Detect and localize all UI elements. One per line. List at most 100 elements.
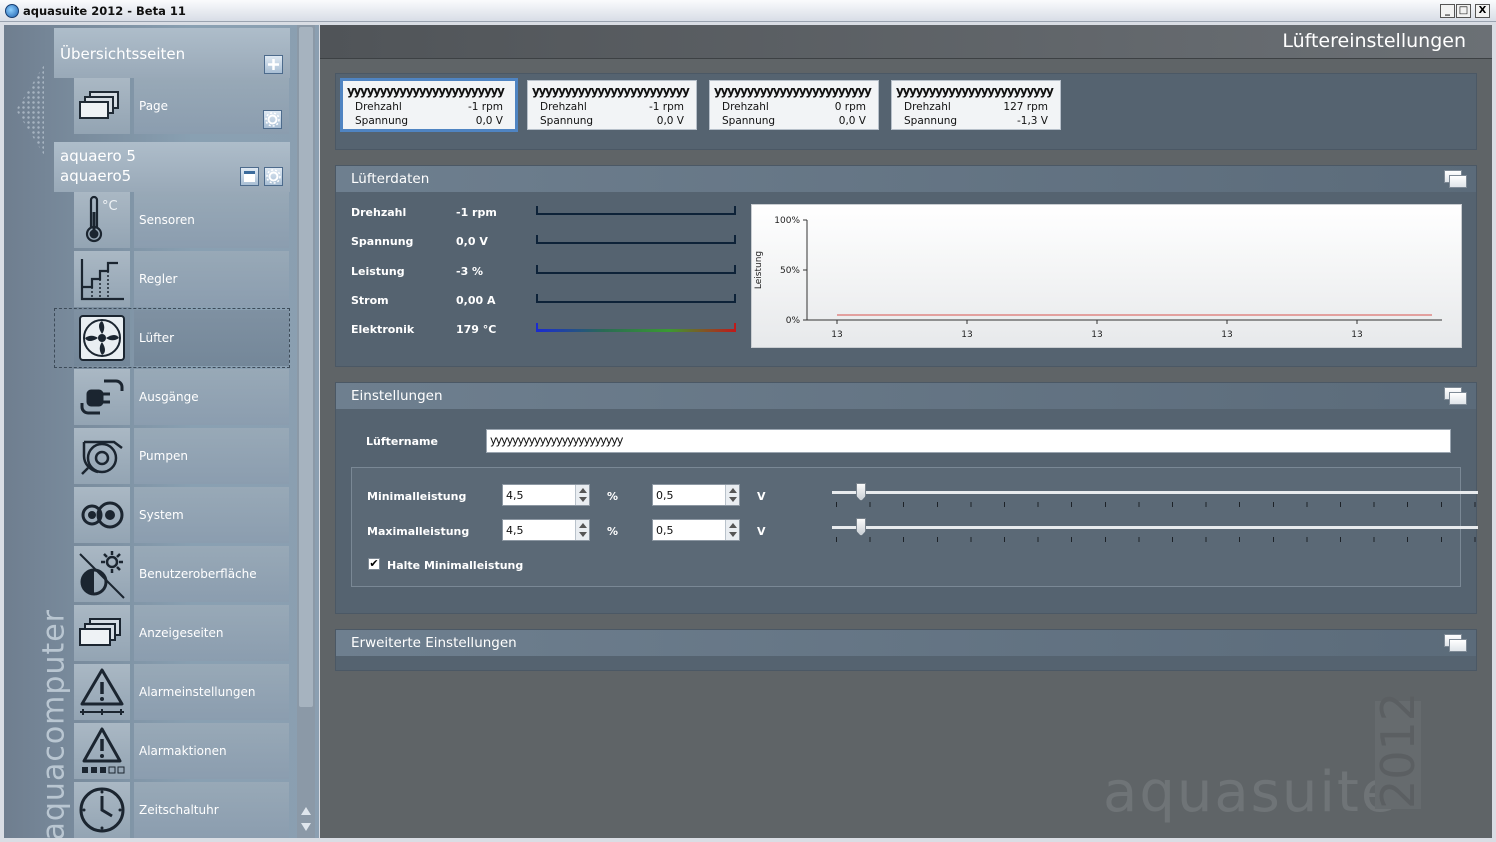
settings-window-button[interactable] xyxy=(1444,387,1468,407)
brightness-icon xyxy=(74,546,130,602)
chart-y-tick-label: 50% xyxy=(780,266,800,276)
fan-tile-name: yyyyyyyyyyyyyyyyyyyyyyyy xyxy=(714,84,872,98)
decorative-dots xyxy=(16,65,44,155)
hold-minimum-checkbox[interactable]: ✔ xyxy=(368,558,380,570)
max-slider-ticks xyxy=(836,537,1476,542)
device-name: aquaero 5 xyxy=(60,147,136,165)
advanced-header[interactable]: Erweiterte Einstellungen xyxy=(336,630,1476,656)
fan-tile-name: yyyyyyyyyyyyyyyyyyyyyyyy xyxy=(896,84,1054,98)
nav-label-luefter: Lüfter xyxy=(134,310,289,366)
fan-tile[interactable]: yyyyyyyyyyyyyyyyyyyyyyyy Drehzahl 127 rp… xyxy=(891,80,1061,130)
hold-minimum-label: Halte Minimalleistung xyxy=(387,559,524,572)
data-bar xyxy=(536,265,736,274)
fan-tile[interactable]: yyyyyyyyyyyyyyyyyyyyyyyy Drehzahl -1 rpm… xyxy=(340,78,518,132)
page-title: Lüftereinstellungen xyxy=(1282,30,1466,52)
min-percent-spinner[interactable]: 4,5 xyxy=(502,484,590,506)
fan-tile-label: Drehzahl xyxy=(904,101,951,113)
minimize-button[interactable]: _ xyxy=(1440,4,1455,18)
nav-item-alarmaktionen[interactable]: Alarmaktionen xyxy=(74,723,289,779)
min-volt-value: 0,5 xyxy=(656,489,674,502)
background-logo: aquasuite xyxy=(1103,760,1398,825)
fan-tile-value: 0,0 V xyxy=(475,115,503,127)
fan-tile-value: 0 rpm xyxy=(834,101,866,113)
nav-item-ausgaenge[interactable]: Ausgänge xyxy=(74,369,289,425)
limits-group: Minimalleistung 4,5 % 0,5 V Maximalleist… xyxy=(351,467,1478,587)
overview-section-header[interactable]: Übersichtsseiten xyxy=(54,28,290,78)
fan-tile[interactable]: yyyyyyyyyyyyyyyyyyyyyyyy Drehzahl 0 rpm … xyxy=(709,80,879,130)
page-settings-button[interactable] xyxy=(263,110,282,129)
sidebar-scrollbar[interactable] xyxy=(297,25,315,838)
power-chart-svg: Leistung 100% 50% 0% 13 13 13 13 13 xyxy=(754,216,1442,340)
spinner-arrows-icon[interactable] xyxy=(575,485,589,505)
gear-icon xyxy=(265,112,280,127)
close-button[interactable]: X xyxy=(1475,4,1490,18)
alarm-settings-icon xyxy=(74,664,130,720)
fan-tile-value: 0,0 V xyxy=(656,115,684,127)
nav-item-zeitschaltuhr[interactable]: Zeitschaltuhr xyxy=(74,782,289,838)
nav-item-regler[interactable]: Regler xyxy=(74,251,289,307)
spinner-arrows-icon[interactable] xyxy=(725,485,739,505)
fan-tiles-panel: yyyyyyyyyyyyyyyyyyyyyyyy Drehzahl -1 rpm… xyxy=(335,73,1477,150)
chart-x-tick-label: 13 xyxy=(1221,330,1232,340)
device-window-button[interactable] xyxy=(240,167,259,186)
fan-tile[interactable]: yyyyyyyyyyyyyyyyyyyyyyyy Drehzahl -1 rpm… xyxy=(527,80,697,130)
data-bar xyxy=(536,206,736,215)
fan-tile-label: Drehzahl xyxy=(722,101,769,113)
spinner-arrows-icon[interactable] xyxy=(575,520,589,540)
data-value: 0,0 V xyxy=(456,235,488,248)
max-percent-spinner[interactable]: 4,5 xyxy=(502,519,590,541)
nav-label-benutzeroberflaeche: Benutzeroberfläche xyxy=(134,546,289,602)
sidebar: aquacomputer Übersichtsseiten Page aquae… xyxy=(4,25,319,838)
fan-tile-value: 0,0 V xyxy=(838,115,866,127)
nav-item-alarmeinstellungen[interactable]: Alarmeinstellungen xyxy=(74,664,289,720)
data-label: Strom xyxy=(351,294,389,307)
scroll-thumb[interactable] xyxy=(299,27,313,707)
min-slider-track[interactable] xyxy=(832,491,1478,494)
data-value: 0,00 A xyxy=(456,294,496,307)
overview-page-item[interactable]: Page xyxy=(74,78,289,134)
max-volt-spinner[interactable]: 0,5 xyxy=(652,519,740,541)
fan-tile-label: Drehzahl xyxy=(540,101,587,113)
max-slider-track[interactable] xyxy=(832,526,1478,529)
page-header: Lüftereinstellungen xyxy=(320,25,1492,59)
max-percent-value: 4,5 xyxy=(506,524,524,537)
background-year: 2012 xyxy=(1371,691,1425,809)
nav-item-pumpen[interactable]: Pumpen xyxy=(74,428,289,484)
min-slider-thumb[interactable] xyxy=(856,483,867,501)
page-icon xyxy=(74,78,130,134)
min-power-label: Minimalleistung xyxy=(367,490,467,503)
fan-name-input[interactable]: yyyyyyyyyyyyyyyyyyyyyyyy xyxy=(486,429,1451,453)
device-id: aquaero5 xyxy=(60,167,132,185)
nav-label-system: System xyxy=(134,487,289,543)
max-power-label: Maximalleistung xyxy=(367,525,470,538)
nav-item-sensoren[interactable]: °C Sensoren xyxy=(74,192,289,248)
scroll-arrows-icon[interactable] xyxy=(300,805,312,833)
add-page-button[interactable] xyxy=(264,55,283,74)
alarm-actions-icon xyxy=(74,723,130,779)
device-section-header[interactable]: aquaero 5 aquaero5 xyxy=(54,142,290,192)
fan-name-label: Lüftername xyxy=(366,435,438,448)
thermometer-icon: °C xyxy=(74,192,130,248)
fan-tile-label: Spannung xyxy=(722,115,776,127)
device-settings-button[interactable] xyxy=(264,167,283,186)
fan-tile-value: 127 rpm xyxy=(1003,101,1048,113)
plug-icon xyxy=(74,369,130,425)
advanced-window-button[interactable] xyxy=(1444,634,1468,654)
nav-label-pumpen: Pumpen xyxy=(134,428,289,484)
min-volt-spinner[interactable]: 0,5 xyxy=(652,484,740,506)
maximize-button[interactable]: □ xyxy=(1456,4,1471,18)
nav-item-luefter[interactable]: Lüfter xyxy=(74,310,289,366)
nav-item-system[interactable]: System xyxy=(74,487,289,543)
nav-item-anzeigeseiten[interactable]: Anzeigeseiten xyxy=(74,605,289,661)
max-slider-thumb[interactable] xyxy=(856,518,867,536)
spinner-arrows-icon[interactable] xyxy=(725,520,739,540)
pump-icon xyxy=(74,428,130,484)
data-value: -3 % xyxy=(456,265,484,278)
fan-tile-value: -1 rpm xyxy=(467,101,503,113)
nav-item-benutzeroberflaeche[interactable]: Benutzeroberfläche xyxy=(74,546,289,602)
fan-tile-label: Spannung xyxy=(540,115,594,127)
chart-x-tick-label: 13 xyxy=(961,330,972,340)
nav-label-sensoren: Sensoren xyxy=(134,192,289,248)
fan-data-window-button[interactable] xyxy=(1444,170,1468,190)
plus-icon xyxy=(268,59,279,70)
